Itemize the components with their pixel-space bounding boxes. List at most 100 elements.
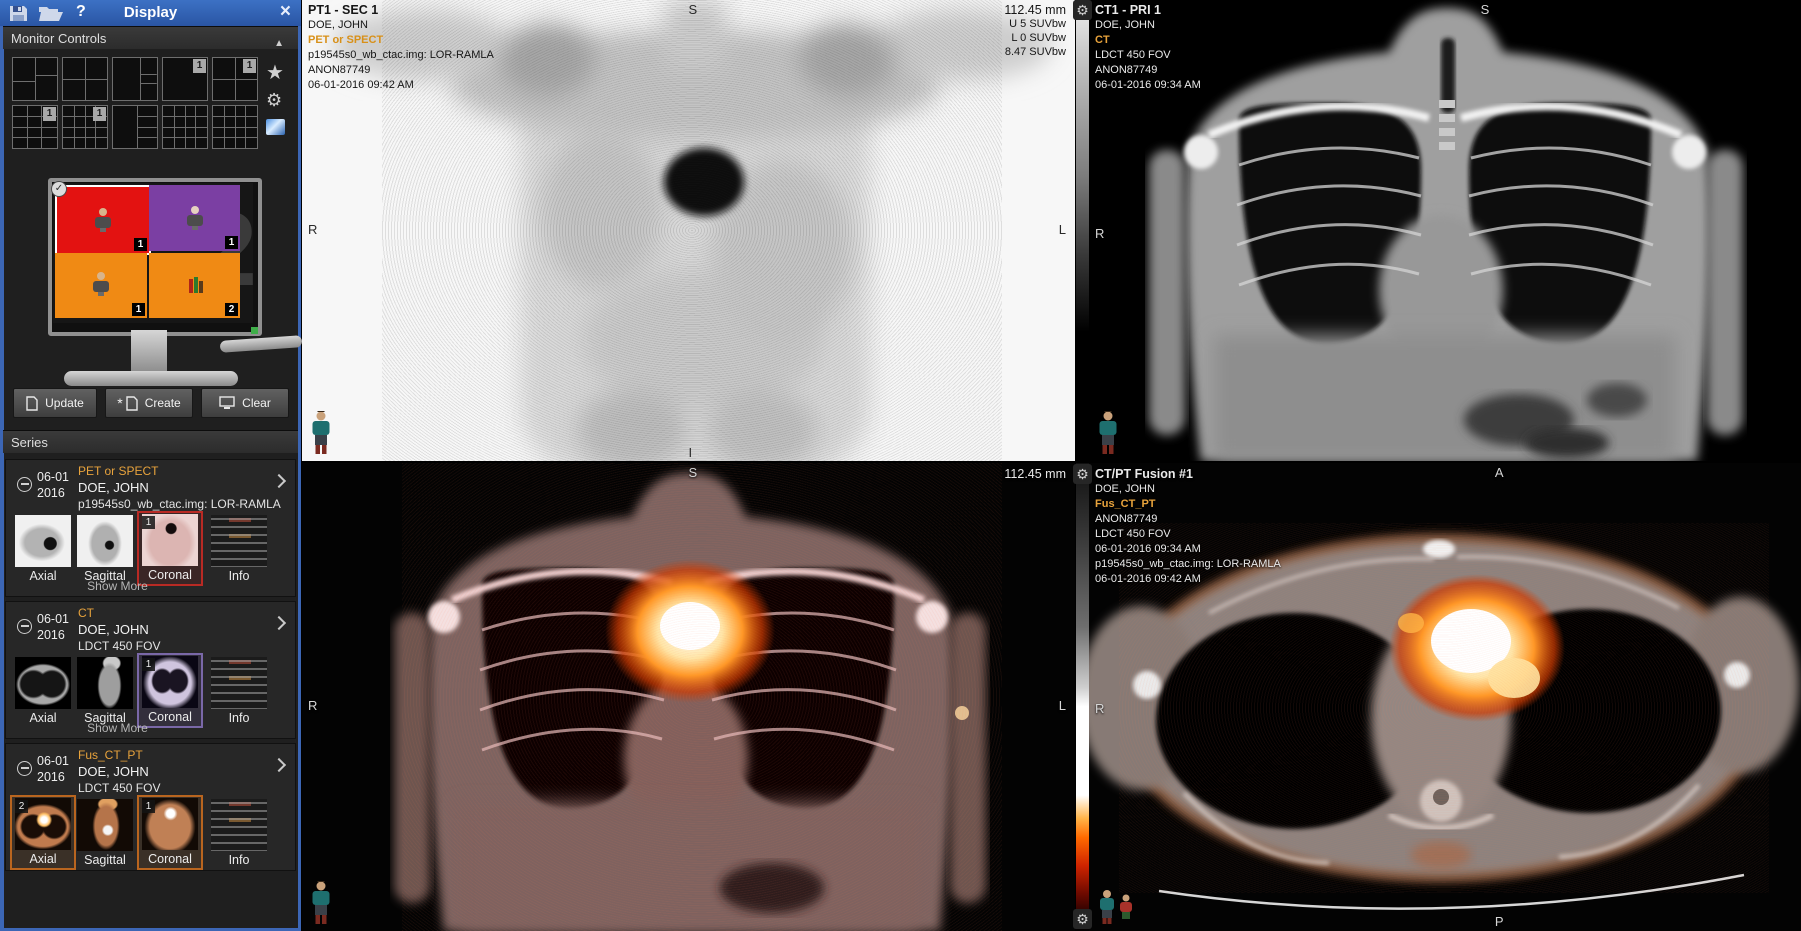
user-icon — [91, 271, 111, 297]
monitor-stand-base — [64, 371, 238, 386]
layout-preset-7[interactable]: 1 — [62, 105, 108, 149]
orientation-right: R — [1095, 701, 1104, 716]
viewport-annotation: CT/PT Fusion #1 DOE, JOHN Fus_CT_PT ANON… — [1095, 467, 1281, 587]
fusion-noise-texture — [402, 463, 1002, 931]
monitor-controls-header[interactable]: Monitor Controls ▲ — [3, 26, 298, 49]
series-modality: Fus_CT_PT — [78, 748, 143, 762]
thumbnail-badge: 1 — [142, 516, 155, 529]
layout-badge: 1 — [193, 59, 206, 73]
series-item-ct[interactable]: 06-012016 CT DOE, JOHN LDCT 450 FOV Axia… — [5, 601, 296, 739]
series-expand-chevron-icon[interactable] — [272, 474, 286, 488]
viewport-fusion-coronal[interactable]: S 112.45 mm R L — [302, 463, 1075, 931]
orientation-inferior: I — [689, 445, 693, 460]
layout-preset-5[interactable]: 1 — [212, 57, 258, 101]
series-item-pet[interactable]: 06-012016 PET or SPECT DOE, JOHN p19545s… — [5, 459, 296, 597]
layout-badge: 1 — [243, 59, 256, 73]
update-button[interactable]: Update — [13, 388, 97, 418]
series-item-fusion[interactable]: 06-012016 Fus_CT_PT DOE, JOHN LDCT 450 F… — [5, 743, 296, 871]
series-patient: DOE, JOHN — [78, 764, 149, 779]
monitor-screen: 2 1 1 1 — [53, 183, 253, 323]
thumbnail-info[interactable]: Info — [208, 657, 270, 725]
viewport-annotation: PT1 - SEC 1 DOE, JOHN PET or SPECT p1954… — [308, 3, 494, 93]
viewport-fusion-axial[interactable]: CT/PT Fusion #1 DOE, JOHN Fus_CT_PT ANON… — [1089, 463, 1801, 931]
hot-iron-colorbar[interactable] — [1076, 463, 1089, 931]
close-icon[interactable]: × — [280, 0, 291, 24]
series-description: LDCT 450 FOV — [78, 639, 160, 653]
thumbnail-sagittal[interactable]: Sagittal — [74, 799, 136, 867]
display-panel: ? Display × Monitor Controls ▲ 1 1 1 1 ★… — [0, 0, 301, 931]
layout-preset-6[interactable]: 1 — [12, 105, 58, 149]
page-icon — [26, 396, 38, 411]
colorbar-gear-icon[interactable]: ⚙ — [1073, 0, 1092, 20]
monitor-controls-title: Monitor Controls — [11, 31, 106, 46]
thumbnail-axial[interactable]: Axial — [12, 515, 74, 583]
orientation-avatar-icons — [1097, 889, 1137, 925]
thumbnail-info[interactable]: Info — [208, 799, 270, 867]
colormap-icon[interactable] — [266, 119, 285, 135]
monitor-quadrant-1-selected[interactable]: 1 — [55, 185, 151, 255]
layout-preset-8[interactable] — [112, 105, 158, 149]
page-icon — [126, 396, 138, 411]
monitor-quadrant-3[interactable]: 1 — [55, 253, 147, 318]
orientation-right: R — [308, 222, 317, 237]
collapse-series-icon[interactable] — [17, 477, 32, 492]
user-icon — [93, 207, 113, 233]
layout-preset-4[interactable]: 1 — [162, 57, 208, 101]
clear-button[interactable]: Clear — [201, 388, 289, 418]
series-modality: CT — [78, 606, 94, 620]
thumbnail-info[interactable]: Info — [208, 515, 270, 583]
create-button[interactable]: * Create — [105, 388, 193, 418]
monitor-quadrant-2[interactable]: 1 — [149, 185, 240, 251]
layout-preset-10[interactable] — [212, 105, 258, 149]
quadrant-badge: 2 — [225, 303, 238, 316]
orientation-avatar-icon — [310, 881, 332, 925]
orientation-left: L — [1059, 698, 1066, 713]
monitor-icon — [219, 396, 235, 410]
second-monitor-stand — [220, 335, 303, 353]
orientation-right: R — [308, 698, 317, 713]
measurement-annotation: 112.45 mm U 5 SUVbw L 0 SUVbw 8.47 SUVbw — [1004, 3, 1066, 59]
layout-preset-3[interactable] — [112, 57, 158, 101]
monitor-stand — [131, 330, 167, 374]
show-more-link[interactable]: Show More — [6, 721, 229, 735]
clear-label: Clear — [242, 396, 271, 410]
orientation-superior: S — [689, 465, 698, 480]
series-expand-chevron-icon[interactable] — [272, 758, 286, 772]
series-expand-chevron-icon[interactable] — [272, 616, 286, 630]
thumbnail-coronal-selected[interactable]: 1 Coronal — [137, 795, 203, 870]
collapse-series-icon[interactable] — [17, 761, 32, 776]
thumbnail-coronal-selected[interactable]: 1 Coronal — [137, 653, 203, 728]
user-icon — [185, 205, 205, 231]
thumbnail-badge: 2 — [15, 800, 28, 813]
thumbnail-axial-selected[interactable]: 2 Axial — [10, 795, 76, 870]
layout-preset-2[interactable] — [62, 57, 108, 101]
thumbnail-badge: 1 — [142, 800, 155, 813]
monitor-status-dot — [251, 327, 258, 334]
monitor-check-icon: ✓ — [51, 181, 67, 197]
viewport-ct-coronal[interactable]: CT1 - PRI 1 DOE, JOHN CT LDCT 450 FOV AN… — [1089, 0, 1801, 461]
show-more-link[interactable]: Show More — [6, 579, 229, 593]
colorbar-gear-icon[interactable]: ⚙ — [1073, 909, 1092, 929]
layout-preset-9[interactable] — [162, 105, 208, 149]
thumbnail-badge: 1 — [142, 658, 155, 671]
asterisk-icon: * — [117, 395, 122, 411]
thumbnail-sagittal[interactable]: Sagittal — [74, 657, 136, 725]
pet-ct-workstation: ? Display × Monitor Controls ▲ 1 1 1 1 ★… — [0, 0, 1801, 931]
favorite-star-icon[interactable]: ★ — [266, 60, 284, 85]
display-panel-titlebar[interactable]: ? Display × — [0, 0, 301, 26]
grayscale-colorbar[interactable] — [1076, 0, 1089, 461]
layout-preset-1[interactable] — [12, 57, 58, 101]
viewport-pet-coronal[interactable]: PT1 - SEC 1 DOE, JOHN PET or SPECT p1954… — [302, 0, 1075, 461]
update-label: Update — [45, 396, 84, 410]
thumbnail-sagittal[interactable]: Sagittal — [74, 515, 136, 583]
collapse-series-icon[interactable] — [17, 619, 32, 634]
layout-badge: 1 — [93, 107, 106, 121]
thumbnail-coronal-selected[interactable]: 1 Coronal — [137, 511, 203, 586]
monitor-quadrant-4[interactable]: 2 — [149, 253, 240, 318]
series-date: 06-012016 — [37, 611, 69, 643]
collapse-arrow-icon[interactable]: ▲ — [274, 32, 284, 55]
settings-gear-icon[interactable]: ⚙ — [266, 90, 282, 111]
thumbnail-axial[interactable]: Axial — [12, 657, 74, 725]
series-header: Series — [3, 430, 298, 453]
colorbar-gear-icon[interactable]: ⚙ — [1073, 464, 1092, 484]
